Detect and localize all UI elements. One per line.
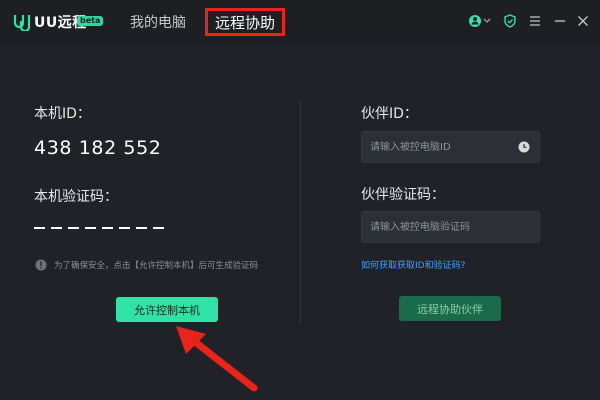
tab-my-computer[interactable]: 我的电脑 xyxy=(130,12,186,32)
info-icon xyxy=(35,259,47,271)
annotation-arrow xyxy=(176,326,258,392)
partner-id-label: 伙伴ID： xyxy=(361,106,418,122)
local-id-value: 438 182 552 xyxy=(34,137,162,159)
menu-icon[interactable] xyxy=(528,14,542,28)
clock-icon[interactable] xyxy=(518,141,530,153)
minimize-icon[interactable] xyxy=(553,14,567,28)
partner-code-label: 伙伴验证码： xyxy=(361,187,445,203)
remote-assist-button[interactable]: 远程协助伙伴 xyxy=(399,296,501,321)
close-icon[interactable] xyxy=(576,14,590,28)
local-id-label: 本机ID： xyxy=(34,106,91,122)
title-bar: UU远程 beta 我的电脑 远程协助 xyxy=(0,0,600,44)
app-logo-icon xyxy=(13,15,31,31)
verification-code-placeholder xyxy=(34,227,164,229)
user-icon[interactable] xyxy=(468,14,492,28)
shield-icon[interactable] xyxy=(503,14,517,28)
tab-remote-assist[interactable]: 远程协助 xyxy=(205,8,285,36)
local-code-label: 本机验证码： xyxy=(34,189,118,205)
beta-badge: beta xyxy=(77,16,104,26)
panel-divider xyxy=(300,100,301,325)
security-hint: 为了确保安全，点击【允许控制本机】后可生成验证码 xyxy=(54,261,259,271)
partner-code-input[interactable] xyxy=(361,211,540,243)
partner-id-input[interactable] xyxy=(361,131,540,163)
allow-control-button[interactable]: 允许控制本机 xyxy=(116,297,218,322)
help-link[interactable]: 如何获取获取ID和验证码? xyxy=(361,258,465,271)
chevron-down-icon xyxy=(483,18,491,23)
